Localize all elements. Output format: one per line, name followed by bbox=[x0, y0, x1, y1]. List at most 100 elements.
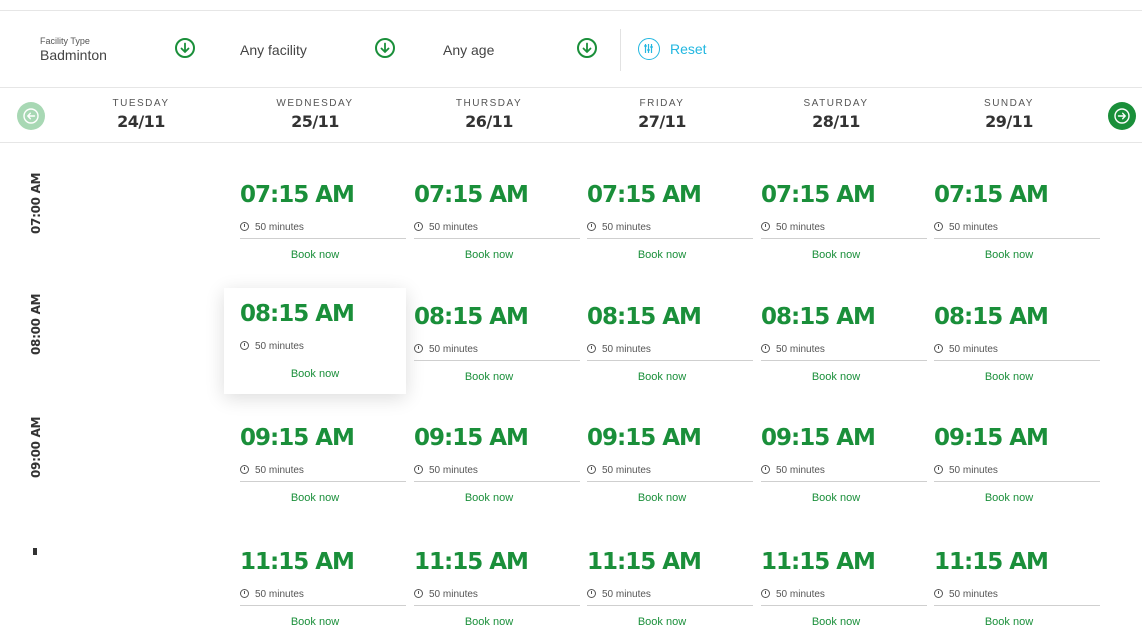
slot-duration: 50 minutes bbox=[761, 344, 825, 355]
book-now-link[interactable]: Book now bbox=[240, 249, 390, 261]
slot-time: 09:15 AM bbox=[761, 425, 876, 451]
slot-duration: 50 minutes bbox=[934, 344, 998, 355]
time-slot-thursday[interactable]: 11:15 AM 50 minutes Book now bbox=[398, 536, 580, 642]
time-slot-saturday[interactable]: 11:15 AM 50 minutes Book now bbox=[745, 536, 927, 642]
book-now-link[interactable]: Book now bbox=[934, 249, 1084, 261]
slot-time: 09:15 AM bbox=[240, 425, 355, 451]
time-slot-saturday[interactable]: 07:15 AM 50 minutes Book now bbox=[745, 169, 927, 275]
facility-type-value: Badminton bbox=[40, 47, 107, 63]
clock-icon bbox=[240, 465, 249, 474]
slot-duration-text: 50 minutes bbox=[602, 222, 651, 233]
book-now-link[interactable]: Book now bbox=[761, 492, 911, 504]
book-now-link[interactable]: Book now bbox=[761, 616, 911, 628]
clock-icon bbox=[761, 344, 770, 353]
slot-time: 08:15 AM bbox=[934, 304, 1049, 330]
day-date: 25/11 bbox=[291, 112, 339, 131]
slot-time: 09:15 AM bbox=[587, 425, 702, 451]
slot-duration: 50 minutes bbox=[761, 465, 825, 476]
book-now-link[interactable]: Book now bbox=[414, 371, 564, 383]
slot-time: 11:15 AM bbox=[414, 549, 529, 575]
day-name: WEDNESDAY bbox=[276, 98, 354, 109]
sliders-icon bbox=[638, 38, 660, 60]
book-now-link[interactable]: Book now bbox=[414, 616, 564, 628]
slot-time: 08:15 AM bbox=[240, 301, 355, 327]
slot-divider bbox=[761, 481, 927, 482]
book-now-link[interactable]: Book now bbox=[934, 492, 1084, 504]
clock-icon bbox=[934, 222, 943, 231]
facility-type-dropdown-button[interactable] bbox=[175, 38, 195, 58]
time-slot-saturday[interactable]: 09:15 AM 50 minutes Book now bbox=[745, 412, 927, 518]
time-slot-friday[interactable]: 09:15 AM 50 minutes Book now bbox=[571, 412, 753, 518]
time-slot-sunday[interactable]: 07:15 AM 50 minutes Book now bbox=[918, 169, 1100, 275]
slot-divider bbox=[414, 481, 580, 482]
book-now-link[interactable]: Book now bbox=[761, 371, 911, 383]
slot-duration: 50 minutes bbox=[761, 222, 825, 233]
prev-week-button[interactable] bbox=[17, 102, 45, 130]
time-slot-sunday[interactable]: 11:15 AM 50 minutes Book now bbox=[918, 536, 1100, 642]
next-week-button[interactable] bbox=[1108, 102, 1136, 130]
time-slot-wednesday[interactable]: 11:15 AM 50 minutes Book now bbox=[224, 536, 406, 642]
day-header-wednesday: WEDNESDAY 25/11 bbox=[240, 98, 390, 131]
book-now-link[interactable]: Book now bbox=[240, 616, 390, 628]
age-dropdown-button[interactable] bbox=[577, 38, 597, 58]
clock-icon bbox=[414, 222, 423, 231]
time-slot-sunday[interactable]: 08:15 AM 50 minutes Book now bbox=[918, 291, 1100, 397]
time-slot-friday[interactable]: 07:15 AM 50 minutes Book now bbox=[571, 169, 753, 275]
book-now-link[interactable]: Book now bbox=[587, 616, 737, 628]
clock-icon bbox=[414, 344, 423, 353]
clock-icon bbox=[240, 222, 249, 231]
time-slot-sunday[interactable]: 09:15 AM 50 minutes Book now bbox=[918, 412, 1100, 518]
book-now-link[interactable]: Book now bbox=[414, 249, 564, 261]
slot-time: 07:15 AM bbox=[414, 182, 529, 208]
facility-dropdown-button[interactable] bbox=[375, 38, 395, 58]
book-now-link[interactable]: Book now bbox=[934, 616, 1084, 628]
slot-duration: 50 minutes bbox=[761, 589, 825, 600]
slot-duration: 50 minutes bbox=[587, 589, 651, 600]
clock-icon bbox=[934, 344, 943, 353]
clock-icon bbox=[414, 589, 423, 598]
slot-duration-text: 50 minutes bbox=[429, 589, 478, 600]
slot-duration-text: 50 minutes bbox=[255, 341, 304, 352]
book-now-link[interactable]: Book now bbox=[414, 492, 564, 504]
time-slot-friday[interactable]: 11:15 AM 50 minutes Book now bbox=[571, 536, 753, 642]
slot-divider bbox=[240, 605, 406, 606]
time-slot-wednesday[interactable]: 07:15 AM 50 minutes Book now bbox=[224, 169, 406, 275]
slot-duration-text: 50 minutes bbox=[602, 465, 651, 476]
slot-duration: 50 minutes bbox=[587, 465, 651, 476]
slot-duration: 50 minutes bbox=[934, 589, 998, 600]
slot-duration-text: 50 minutes bbox=[949, 589, 998, 600]
book-now-link[interactable]: Book now bbox=[587, 371, 737, 383]
slot-time: 11:15 AM bbox=[761, 549, 876, 575]
time-slot-thursday[interactable]: 07:15 AM 50 minutes Book now bbox=[398, 169, 580, 275]
facility-type-label: Facility Type bbox=[40, 36, 90, 46]
slot-divider bbox=[587, 238, 753, 239]
slot-time: 11:15 AM bbox=[587, 549, 702, 575]
arrow-down-icon bbox=[380, 42, 390, 53]
clock-icon bbox=[934, 589, 943, 598]
header-bottom-divider bbox=[0, 142, 1142, 143]
book-now-link[interactable]: Book now bbox=[934, 371, 1084, 383]
slot-duration: 50 minutes bbox=[587, 222, 651, 233]
time-slot-wednesday[interactable]: 09:15 AM 50 minutes Book now bbox=[224, 412, 406, 518]
slot-time: 11:15 AM bbox=[240, 549, 355, 575]
book-now-link[interactable]: Book now bbox=[587, 492, 737, 504]
time-slot-thursday[interactable]: 09:15 AM 50 minutes Book now bbox=[398, 412, 580, 518]
slot-divider bbox=[934, 481, 1100, 482]
time-slot-wednesday[interactable]: 08:15 AM 50 minutes Book now bbox=[224, 288, 406, 394]
time-slot-saturday[interactable]: 08:15 AM 50 minutes Book now bbox=[745, 291, 927, 397]
book-now-link[interactable]: Book now bbox=[587, 249, 737, 261]
slot-duration-text: 50 minutes bbox=[949, 344, 998, 355]
slot-duration-text: 50 minutes bbox=[602, 589, 651, 600]
slot-duration: 50 minutes bbox=[240, 465, 304, 476]
day-header-tuesday: TUESDAY 24/11 bbox=[66, 98, 216, 131]
slot-duration-text: 50 minutes bbox=[949, 465, 998, 476]
slot-time: 09:15 AM bbox=[934, 425, 1049, 451]
book-now-link[interactable]: Book now bbox=[240, 492, 390, 504]
time-slot-thursday[interactable]: 08:15 AM 50 minutes Book now bbox=[398, 291, 580, 397]
slot-duration: 50 minutes bbox=[587, 344, 651, 355]
book-now-link[interactable]: Book now bbox=[761, 249, 911, 261]
filter-bar: Facility Type Badminton Any facility Any… bbox=[0, 11, 1142, 87]
book-now-link[interactable]: Book now bbox=[240, 368, 390, 380]
day-date: 24/11 bbox=[117, 112, 165, 131]
time-slot-friday[interactable]: 08:15 AM 50 minutes Book now bbox=[571, 291, 753, 397]
